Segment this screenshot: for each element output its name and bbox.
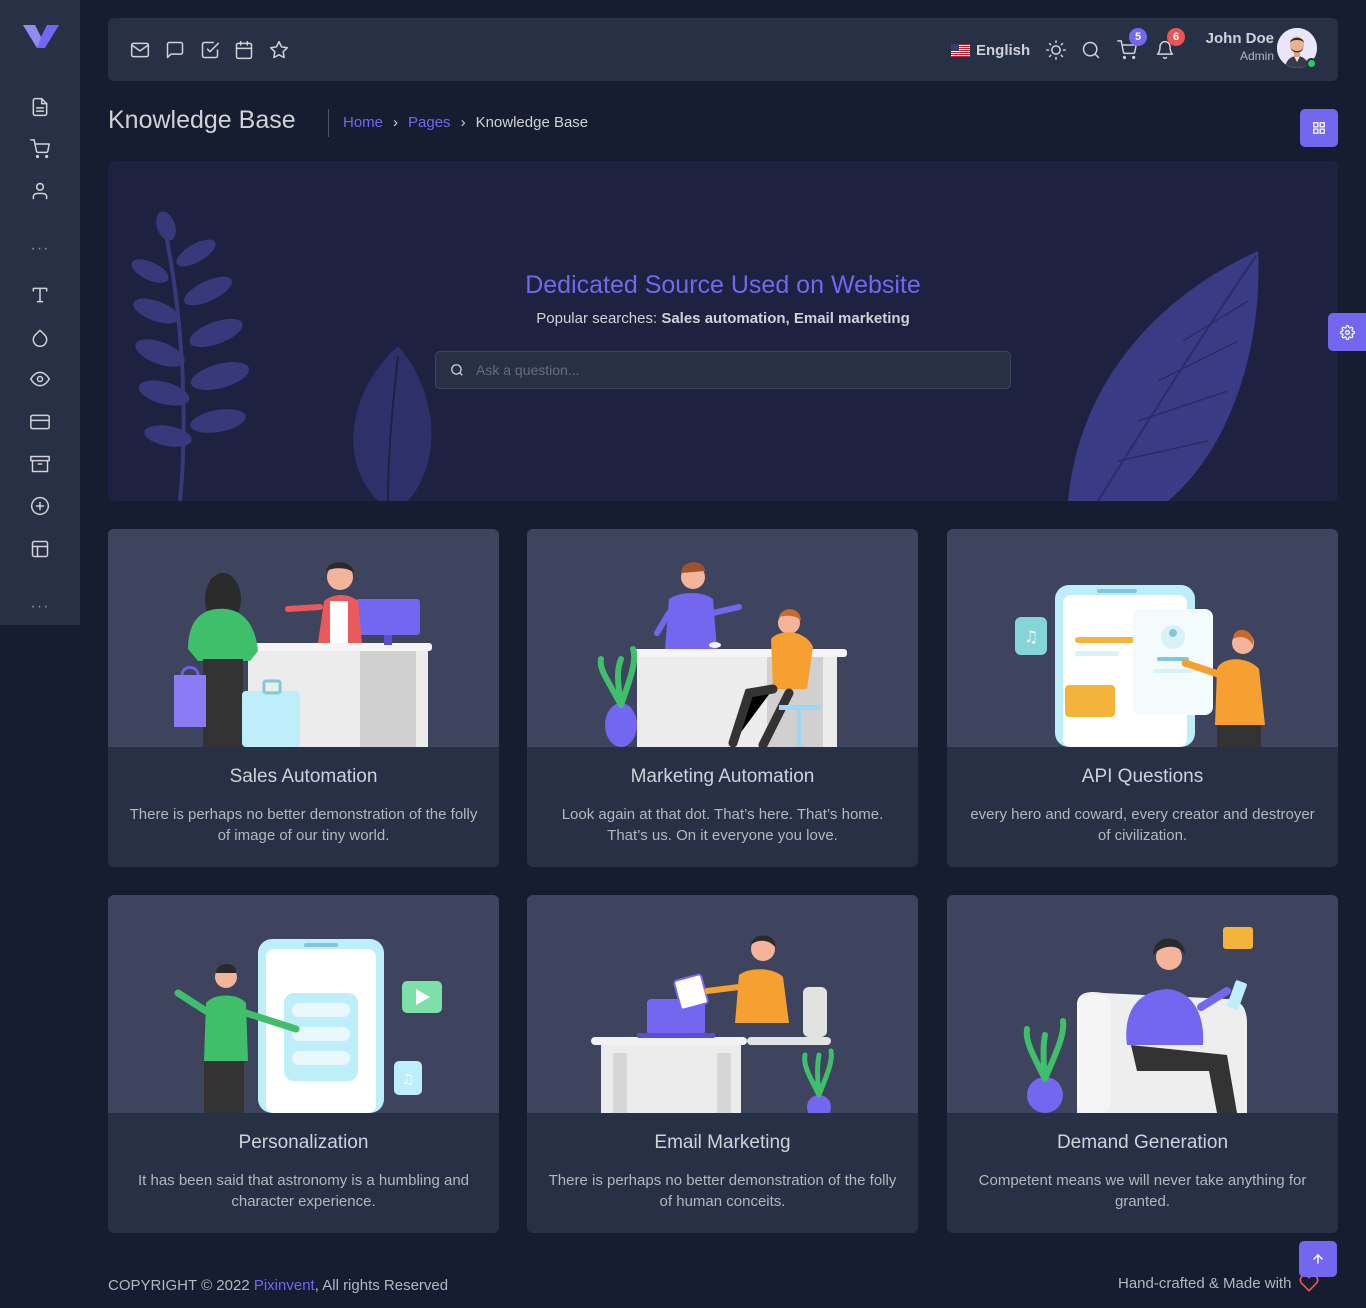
shopping-cart-icon[interactable] (28, 137, 52, 161)
scroll-to-top-button[interactable] (1299, 1241, 1337, 1277)
hero-title: Dedicated Source Used on Website (525, 271, 921, 299)
more-horizontal-icon: ··· (30, 240, 50, 257)
title-divider (328, 109, 329, 137)
pixinvent-link[interactable]: Pixinvent (254, 1277, 315, 1294)
personalization-illustration: ♫ (108, 895, 499, 1113)
card-title: Marketing Automation (630, 766, 815, 787)
user-info[interactable]: John Doe Admin (1188, 30, 1274, 63)
notification-count-badge: 6 (1167, 28, 1185, 46)
calendar-icon[interactable] (232, 38, 256, 62)
layout-icon[interactable] (28, 537, 52, 561)
page-title: Knowledge Base (108, 106, 296, 134)
breadcrumb-current: Knowledge Base (475, 114, 589, 131)
kb-card-marketing-automation[interactable]: Marketing Automation Look again at that … (527, 529, 918, 867)
sales-automation-illustration (108, 529, 499, 747)
eye-icon[interactable] (28, 367, 52, 391)
settings-icon (1339, 324, 1355, 340)
card-description: Competent means we will never take anyth… (978, 1172, 1307, 1210)
search-input[interactable] (476, 362, 976, 378)
banner-leaves-illustration (131, 211, 1259, 501)
star-icon[interactable] (267, 38, 291, 62)
grid-menu-button[interactable] (1300, 109, 1338, 147)
sun-icon[interactable] (1044, 38, 1068, 62)
search-icon (451, 364, 463, 376)
copyright-text: COPYRIGHT © 2022 (108, 1277, 250, 1294)
kb-card-personalization[interactable]: ♫ Personalization It has been said that … (108, 895, 499, 1233)
customizer-toggle-button[interactable] (1328, 313, 1366, 351)
marketing-automation-illustration (527, 529, 918, 747)
bell-icon[interactable]: 6 (1153, 28, 1185, 62)
chevron-right-icon: › (460, 114, 466, 131)
breadcrumb: Home › Pages › Knowledge Base (343, 114, 588, 131)
breadcrumb-pages-link[interactable]: Pages (408, 114, 451, 131)
made-with-text: Hand-crafted & Made with (1118, 1274, 1292, 1292)
popular-searches-terms[interactable]: Sales automation, Email marketing (661, 310, 909, 327)
card-title: Demand Generation (1056, 1132, 1229, 1153)
email-marketing-illustration (527, 895, 918, 1113)
grid-icon (1313, 122, 1325, 134)
api-questions-illustration: ♫ (947, 529, 1338, 747)
card-description: every hero and coward, every creator and… (970, 806, 1315, 844)
mail-icon[interactable] (128, 38, 152, 62)
language-label: English (976, 41, 1031, 59)
main-menu: ··· ··· (0, 0, 80, 625)
card-description: There is perhaps no better demonstration… (129, 806, 478, 844)
file-text-icon[interactable] (28, 95, 52, 119)
credit-card-icon[interactable] (28, 410, 52, 434)
rights-text: , All rights Reserved (314, 1277, 449, 1294)
archive-icon[interactable] (28, 452, 52, 476)
kb-card-email-marketing[interactable]: Email Marketing There is perhaps no bett… (527, 895, 918, 1233)
footer-copyright: COPYRIGHT © 2022 Pixinvent, All rights R… (108, 1277, 448, 1294)
card-description: Look again at that dot. That’s here. Tha… (561, 806, 884, 844)
user-name: John Doe (1205, 30, 1274, 47)
card-title: Personalization (238, 1132, 369, 1153)
popular-searches: Popular searches: Sales automation, Emai… (108, 310, 1338, 327)
cart-icon[interactable]: 5 (1115, 28, 1147, 62)
language-dropdown[interactable]: English (951, 38, 1030, 62)
plus-circle-icon[interactable] (28, 494, 52, 518)
user-icon[interactable] (28, 179, 52, 203)
type-icon[interactable] (28, 283, 52, 307)
kb-card-demand-generation[interactable]: Demand Generation Competent means we wil… (947, 895, 1338, 1233)
demand-generation-illustration (947, 895, 1338, 1113)
arrow-up-icon (1313, 1253, 1323, 1264)
popular-searches-label: Popular searches: (536, 310, 658, 327)
card-title: Email Marketing (654, 1132, 791, 1153)
chevron-right-icon: › (393, 114, 399, 131)
brand-logo[interactable] (22, 22, 60, 50)
search-box[interactable] (435, 351, 1011, 389)
check-square-icon[interactable] (198, 38, 222, 62)
svg-text:♫: ♫ (402, 1072, 415, 1088)
us-flag-icon (951, 43, 970, 57)
svg-text:♫: ♫ (1024, 627, 1038, 646)
cart-count-badge: 5 (1129, 28, 1147, 46)
card-title: API Questions (1081, 766, 1204, 787)
card-description: It has been said that astronomy is a hum… (137, 1172, 470, 1210)
kb-card-api-questions[interactable]: ♫ API Questions every hero and coward, e… (947, 529, 1338, 867)
droplet-icon[interactable] (28, 326, 52, 350)
knowledge-base-search-banner: Dedicated Source Used on Website Popular… (108, 161, 1338, 501)
online-status-dot (1306, 58, 1317, 69)
top-navbar: English 5 6 John Doe Admin (108, 18, 1338, 81)
search-icon[interactable] (1079, 38, 1103, 62)
message-square-icon[interactable] (163, 38, 187, 62)
card-description: There is perhaps no better demonstration… (548, 1172, 897, 1210)
more-horizontal-icon: ··· (30, 598, 50, 615)
card-title: Sales Automation (229, 766, 378, 787)
footer-made-with: Hand-crafted & Made with (1118, 1273, 1319, 1293)
kb-card-sales-automation[interactable]: Sales Automation There is perhaps no bet… (108, 529, 499, 867)
user-role: Admin (1239, 49, 1274, 63)
breadcrumb-home-link[interactable]: Home (343, 114, 383, 131)
